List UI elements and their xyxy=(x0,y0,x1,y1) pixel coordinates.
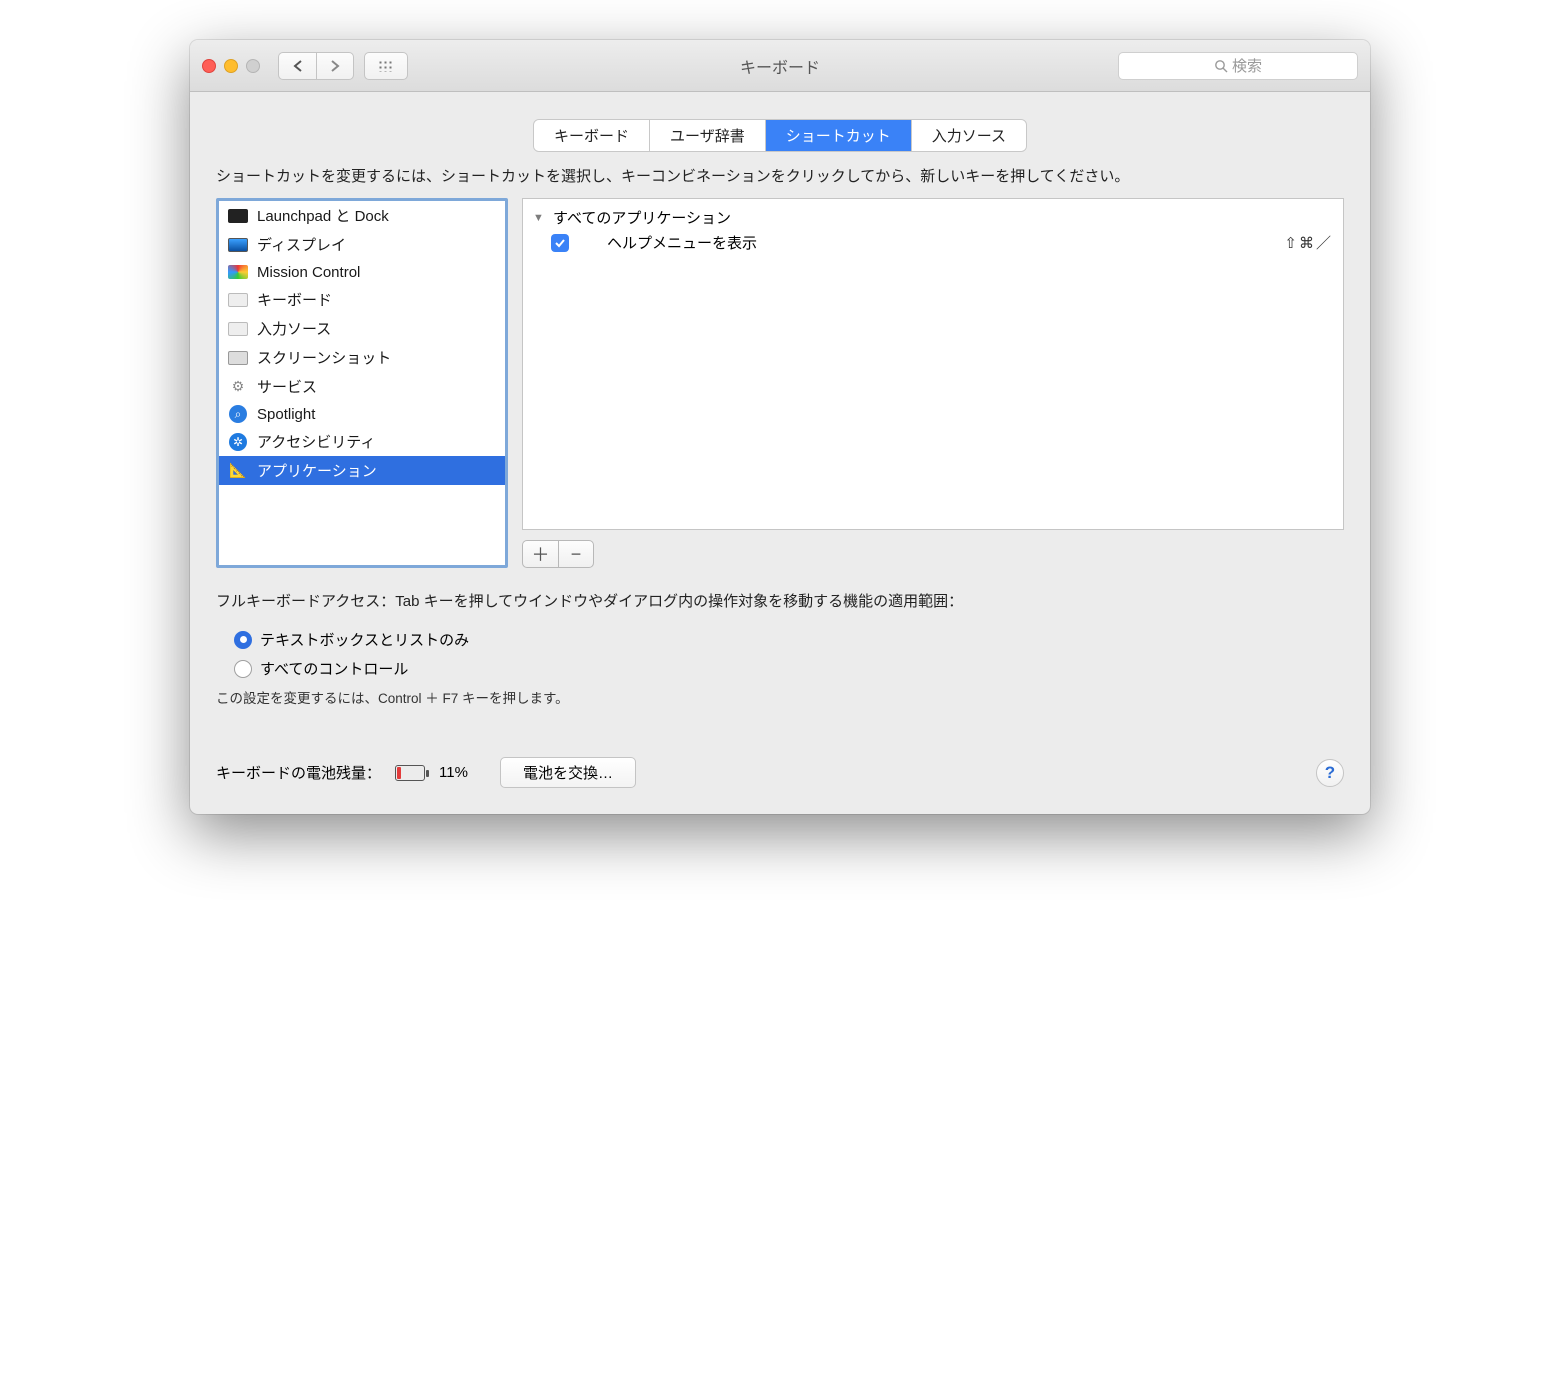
tab-bar: キーボード ユーザ辞書 ショートカット 入力ソース xyxy=(190,92,1370,165)
input-source-icon xyxy=(227,320,249,338)
category-launchpad-dock[interactable]: Launchpad と Dock xyxy=(219,201,505,230)
category-label: Spotlight xyxy=(257,406,315,423)
shortcut-detail-list[interactable]: ▼ すべてのアプリケーション ヘルプメニューを表示 ⇧⌘／ xyxy=(522,198,1344,530)
battery-percent: 11% xyxy=(439,764,468,781)
traffic-lights xyxy=(202,59,260,73)
search-placeholder: 検索 xyxy=(1232,55,1262,76)
mission-control-icon xyxy=(227,263,249,281)
category-label: キーボード xyxy=(257,289,332,310)
back-button[interactable] xyxy=(278,52,316,80)
category-label: 入力ソース xyxy=(257,318,331,339)
check-icon xyxy=(554,237,566,249)
category-label: Mission Control xyxy=(257,264,360,281)
help-button[interactable]: ? xyxy=(1316,759,1344,787)
category-input-sources[interactable]: 入力ソース xyxy=(219,314,505,343)
fka-option-text-lists[interactable]: テキストボックスとリストのみ xyxy=(234,629,1344,650)
remove-button[interactable]: − xyxy=(558,540,594,568)
category-spotlight[interactable]: ⌕ Spotlight xyxy=(219,401,505,427)
launchpad-icon xyxy=(227,207,249,225)
category-label: Launchpad と Dock xyxy=(257,205,389,226)
grid-icon xyxy=(378,60,394,72)
search-icon xyxy=(1214,59,1228,73)
add-button[interactable]: ＋ xyxy=(522,540,558,568)
footer: キーボードの電池残量： 11% 電池を交換… ? xyxy=(190,735,1370,814)
zoom-button[interactable] xyxy=(246,59,260,73)
search-wrap: 検索 xyxy=(1118,52,1358,80)
keyboard-icon xyxy=(227,291,249,309)
nav-buttons xyxy=(278,52,354,80)
category-keyboard[interactable]: キーボード xyxy=(219,285,505,314)
category-label: サービス xyxy=(257,376,317,397)
preferences-window: キーボード 検索 キーボード ユーザ辞書 ショートカット 入力ソース ショートカ… xyxy=(190,40,1370,814)
category-label: ディスプレイ xyxy=(257,234,346,255)
applications-icon: 📐 xyxy=(227,462,249,480)
fka-radio-group: テキストボックスとリストのみ すべてのコントロール xyxy=(234,629,1344,679)
category-display[interactable]: ディスプレイ xyxy=(219,230,505,259)
display-icon xyxy=(227,236,249,254)
radio-label: すべてのコントロール xyxy=(260,658,408,679)
category-mission-control[interactable]: Mission Control xyxy=(219,259,505,285)
instruction-text: ショートカットを変更するには、ショートカットを選択し、キーコンビネーションをクリ… xyxy=(216,165,1344,188)
shortcut-checkbox[interactable] xyxy=(551,234,569,252)
close-button[interactable] xyxy=(202,59,216,73)
radio-label: テキストボックスとリストのみ xyxy=(260,629,469,650)
shortcut-keys[interactable]: ⇧⌘／ xyxy=(1284,232,1333,253)
category-screenshots[interactable]: スクリーンショット xyxy=(219,343,505,372)
detail-group-row[interactable]: ▼ すべてのアプリケーション xyxy=(533,205,1333,230)
detail-group-label: すべてのアプリケーション xyxy=(553,207,1333,228)
detail-column: ▼ すべてのアプリケーション ヘルプメニューを表示 ⇧⌘／ ＋ − xyxy=(522,198,1344,568)
category-accessibility[interactable]: ✲ アクセシビリティ xyxy=(219,427,505,456)
full-keyboard-access-text: フルキーボードアクセス：Tab キーを押してウインドウやダイアログ内の操作対象を… xyxy=(216,590,1344,611)
services-icon: ⚙ xyxy=(227,378,249,396)
battery-icon xyxy=(395,765,425,781)
category-label: アプリケーション xyxy=(257,460,377,481)
spotlight-icon: ⌕ xyxy=(227,405,249,423)
screenshot-icon xyxy=(227,349,249,367)
battery-label: キーボードの電池残量： xyxy=(216,762,381,783)
category-label: スクリーンショット xyxy=(257,347,391,368)
fka-option-all-controls[interactable]: すべてのコントロール xyxy=(234,658,1344,679)
add-remove-buttons: ＋ − xyxy=(522,540,1344,568)
minimize-button[interactable] xyxy=(224,59,238,73)
shortcut-label: ヘルプメニューを表示 xyxy=(607,232,1276,253)
tab-segmented: キーボード ユーザ辞書 ショートカット 入力ソース xyxy=(534,120,1026,151)
search-input[interactable]: 検索 xyxy=(1118,52,1358,80)
replace-battery-button[interactable]: 電池を交換… xyxy=(500,757,636,788)
tab-user-dictionary[interactable]: ユーザ辞書 xyxy=(650,120,766,151)
forward-button[interactable] xyxy=(316,52,354,80)
tab-keyboard[interactable]: キーボード xyxy=(534,120,650,151)
tab-input-sources[interactable]: 入力ソース xyxy=(912,120,1026,151)
accessibility-icon: ✲ xyxy=(227,433,249,451)
content: ショートカットを変更するには、ショートカットを選択し、キーコンビネーションをクリ… xyxy=(190,165,1370,735)
category-services[interactable]: ⚙ サービス xyxy=(219,372,505,401)
category-applications[interactable]: 📐 アプリケーション xyxy=(219,456,505,485)
radio-button[interactable] xyxy=(234,631,252,649)
fka-hint: この設定を変更するには、Control ＋ F7 キーを押します。 xyxy=(216,687,1344,707)
category-list[interactable]: Launchpad と Dock ディスプレイ Mission Control … xyxy=(216,198,508,568)
category-label: アクセシビリティ xyxy=(257,431,375,452)
titlebar: キーボード 検索 xyxy=(190,40,1370,92)
tab-shortcuts[interactable]: ショートカット xyxy=(766,120,912,151)
panes: Launchpad と Dock ディスプレイ Mission Control … xyxy=(216,198,1344,568)
show-all-button[interactable] xyxy=(364,52,408,80)
shortcut-row[interactable]: ヘルプメニューを表示 ⇧⌘／ xyxy=(533,230,1333,255)
radio-button[interactable] xyxy=(234,660,252,678)
disclosure-triangle-icon[interactable]: ▼ xyxy=(533,212,545,224)
